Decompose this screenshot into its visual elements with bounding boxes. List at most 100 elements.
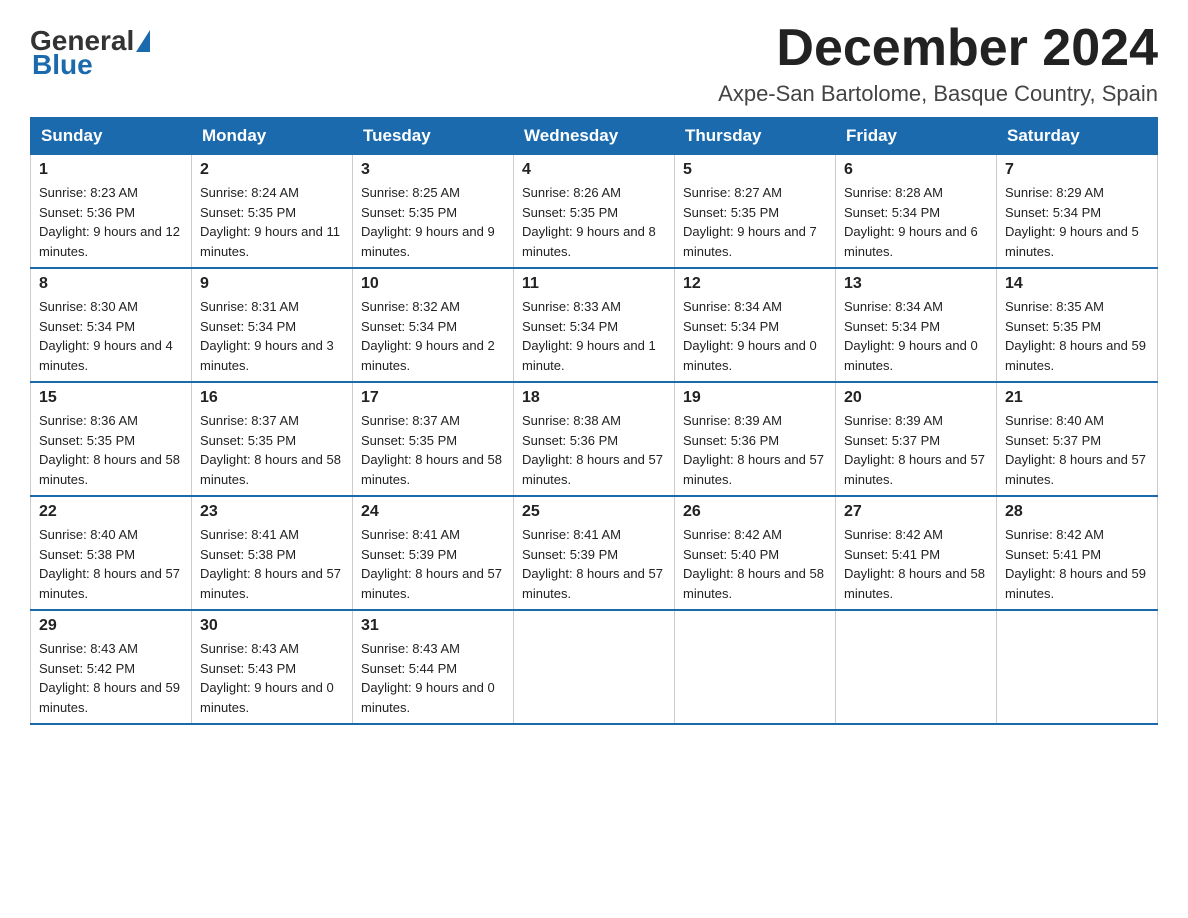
day-info: Sunrise: 8:37 AMSunset: 5:35 PMDaylight:… (200, 413, 341, 487)
day-cell: 25 Sunrise: 8:41 AMSunset: 5:39 PMDaylig… (514, 496, 675, 610)
day-number: 16 (200, 389, 344, 407)
day-cell: 17 Sunrise: 8:37 AMSunset: 5:35 PMDaylig… (353, 382, 514, 496)
day-info: Sunrise: 8:31 AMSunset: 5:34 PMDaylight:… (200, 299, 334, 373)
day-number: 1 (39, 161, 183, 179)
day-cell: 31 Sunrise: 8:43 AMSunset: 5:44 PMDaylig… (353, 610, 514, 724)
day-cell (836, 610, 997, 724)
day-info: Sunrise: 8:41 AMSunset: 5:39 PMDaylight:… (522, 527, 663, 601)
day-number: 10 (361, 275, 505, 293)
day-cell: 22 Sunrise: 8:40 AMSunset: 5:38 PMDaylig… (31, 496, 192, 610)
day-cell: 30 Sunrise: 8:43 AMSunset: 5:43 PMDaylig… (192, 610, 353, 724)
day-cell: 29 Sunrise: 8:43 AMSunset: 5:42 PMDaylig… (31, 610, 192, 724)
day-number: 23 (200, 503, 344, 521)
day-info: Sunrise: 8:42 AMSunset: 5:40 PMDaylight:… (683, 527, 824, 601)
day-info: Sunrise: 8:41 AMSunset: 5:39 PMDaylight:… (361, 527, 502, 601)
page-header: General Blue December 2024 Axpe-San Bart… (30, 20, 1158, 107)
col-tuesday: Tuesday (353, 118, 514, 155)
day-number: 3 (361, 161, 505, 179)
col-friday: Friday (836, 118, 997, 155)
day-cell: 1 Sunrise: 8:23 AMSunset: 5:36 PMDayligh… (31, 155, 192, 269)
week-row-3: 15 Sunrise: 8:36 AMSunset: 5:35 PMDaylig… (31, 382, 1158, 496)
day-number: 8 (39, 275, 183, 293)
col-monday: Monday (192, 118, 353, 155)
logo: General Blue (30, 20, 152, 81)
day-cell: 11 Sunrise: 8:33 AMSunset: 5:34 PMDaylig… (514, 268, 675, 382)
day-cell: 26 Sunrise: 8:42 AMSunset: 5:40 PMDaylig… (675, 496, 836, 610)
day-cell (675, 610, 836, 724)
day-info: Sunrise: 8:38 AMSunset: 5:36 PMDaylight:… (522, 413, 663, 487)
day-info: Sunrise: 8:29 AMSunset: 5:34 PMDaylight:… (1005, 185, 1139, 259)
day-info: Sunrise: 8:32 AMSunset: 5:34 PMDaylight:… (361, 299, 495, 373)
calendar-header-row: Sunday Monday Tuesday Wednesday Thursday… (31, 118, 1158, 155)
day-cell: 14 Sunrise: 8:35 AMSunset: 5:35 PMDaylig… (997, 268, 1158, 382)
day-number: 20 (844, 389, 988, 407)
day-number: 28 (1005, 503, 1149, 521)
day-info: Sunrise: 8:27 AMSunset: 5:35 PMDaylight:… (683, 185, 817, 259)
day-number: 25 (522, 503, 666, 521)
logo-triangle-icon (136, 30, 150, 52)
day-number: 24 (361, 503, 505, 521)
day-number: 7 (1005, 161, 1149, 179)
col-saturday: Saturday (997, 118, 1158, 155)
day-cell: 21 Sunrise: 8:40 AMSunset: 5:37 PMDaylig… (997, 382, 1158, 496)
day-cell (997, 610, 1158, 724)
day-info: Sunrise: 8:39 AMSunset: 5:36 PMDaylight:… (683, 413, 824, 487)
calendar-table: Sunday Monday Tuesday Wednesday Thursday… (30, 117, 1158, 725)
day-cell (514, 610, 675, 724)
day-number: 22 (39, 503, 183, 521)
day-cell: 9 Sunrise: 8:31 AMSunset: 5:34 PMDayligh… (192, 268, 353, 382)
day-info: Sunrise: 8:42 AMSunset: 5:41 PMDaylight:… (844, 527, 985, 601)
day-number: 6 (844, 161, 988, 179)
day-info: Sunrise: 8:23 AMSunset: 5:36 PMDaylight:… (39, 185, 180, 259)
day-info: Sunrise: 8:36 AMSunset: 5:35 PMDaylight:… (39, 413, 180, 487)
day-number: 14 (1005, 275, 1149, 293)
day-info: Sunrise: 8:26 AMSunset: 5:35 PMDaylight:… (522, 185, 656, 259)
day-cell: 8 Sunrise: 8:30 AMSunset: 5:34 PMDayligh… (31, 268, 192, 382)
day-info: Sunrise: 8:40 AMSunset: 5:38 PMDaylight:… (39, 527, 180, 601)
day-info: Sunrise: 8:33 AMSunset: 5:34 PMDaylight:… (522, 299, 656, 373)
day-number: 29 (39, 617, 183, 635)
day-number: 17 (361, 389, 505, 407)
day-info: Sunrise: 8:34 AMSunset: 5:34 PMDaylight:… (683, 299, 817, 373)
day-cell: 23 Sunrise: 8:41 AMSunset: 5:38 PMDaylig… (192, 496, 353, 610)
day-info: Sunrise: 8:42 AMSunset: 5:41 PMDaylight:… (1005, 527, 1146, 601)
day-cell: 3 Sunrise: 8:25 AMSunset: 5:35 PMDayligh… (353, 155, 514, 269)
day-cell: 12 Sunrise: 8:34 AMSunset: 5:34 PMDaylig… (675, 268, 836, 382)
location-title: Axpe-San Bartolome, Basque Country, Spai… (718, 81, 1158, 107)
day-number: 13 (844, 275, 988, 293)
day-cell: 2 Sunrise: 8:24 AMSunset: 5:35 PMDayligh… (192, 155, 353, 269)
day-cell: 4 Sunrise: 8:26 AMSunset: 5:35 PMDayligh… (514, 155, 675, 269)
day-number: 19 (683, 389, 827, 407)
col-wednesday: Wednesday (514, 118, 675, 155)
day-cell: 6 Sunrise: 8:28 AMSunset: 5:34 PMDayligh… (836, 155, 997, 269)
day-cell: 13 Sunrise: 8:34 AMSunset: 5:34 PMDaylig… (836, 268, 997, 382)
day-info: Sunrise: 8:34 AMSunset: 5:34 PMDaylight:… (844, 299, 978, 373)
day-info: Sunrise: 8:43 AMSunset: 5:44 PMDaylight:… (361, 641, 495, 715)
day-number: 12 (683, 275, 827, 293)
day-number: 21 (1005, 389, 1149, 407)
col-thursday: Thursday (675, 118, 836, 155)
day-cell: 5 Sunrise: 8:27 AMSunset: 5:35 PMDayligh… (675, 155, 836, 269)
day-number: 2 (200, 161, 344, 179)
week-row-4: 22 Sunrise: 8:40 AMSunset: 5:38 PMDaylig… (31, 496, 1158, 610)
day-info: Sunrise: 8:28 AMSunset: 5:34 PMDaylight:… (844, 185, 978, 259)
day-cell: 16 Sunrise: 8:37 AMSunset: 5:35 PMDaylig… (192, 382, 353, 496)
day-info: Sunrise: 8:43 AMSunset: 5:43 PMDaylight:… (200, 641, 334, 715)
day-info: Sunrise: 8:37 AMSunset: 5:35 PMDaylight:… (361, 413, 502, 487)
day-number: 4 (522, 161, 666, 179)
day-cell: 28 Sunrise: 8:42 AMSunset: 5:41 PMDaylig… (997, 496, 1158, 610)
day-number: 9 (200, 275, 344, 293)
day-cell: 20 Sunrise: 8:39 AMSunset: 5:37 PMDaylig… (836, 382, 997, 496)
day-cell: 10 Sunrise: 8:32 AMSunset: 5:34 PMDaylig… (353, 268, 514, 382)
day-cell: 24 Sunrise: 8:41 AMSunset: 5:39 PMDaylig… (353, 496, 514, 610)
day-cell: 19 Sunrise: 8:39 AMSunset: 5:36 PMDaylig… (675, 382, 836, 496)
day-info: Sunrise: 8:30 AMSunset: 5:34 PMDaylight:… (39, 299, 173, 373)
day-cell: 18 Sunrise: 8:38 AMSunset: 5:36 PMDaylig… (514, 382, 675, 496)
day-number: 26 (683, 503, 827, 521)
col-sunday: Sunday (31, 118, 192, 155)
day-info: Sunrise: 8:41 AMSunset: 5:38 PMDaylight:… (200, 527, 341, 601)
day-number: 11 (522, 275, 666, 293)
day-number: 30 (200, 617, 344, 635)
day-info: Sunrise: 8:43 AMSunset: 5:42 PMDaylight:… (39, 641, 180, 715)
day-number: 18 (522, 389, 666, 407)
